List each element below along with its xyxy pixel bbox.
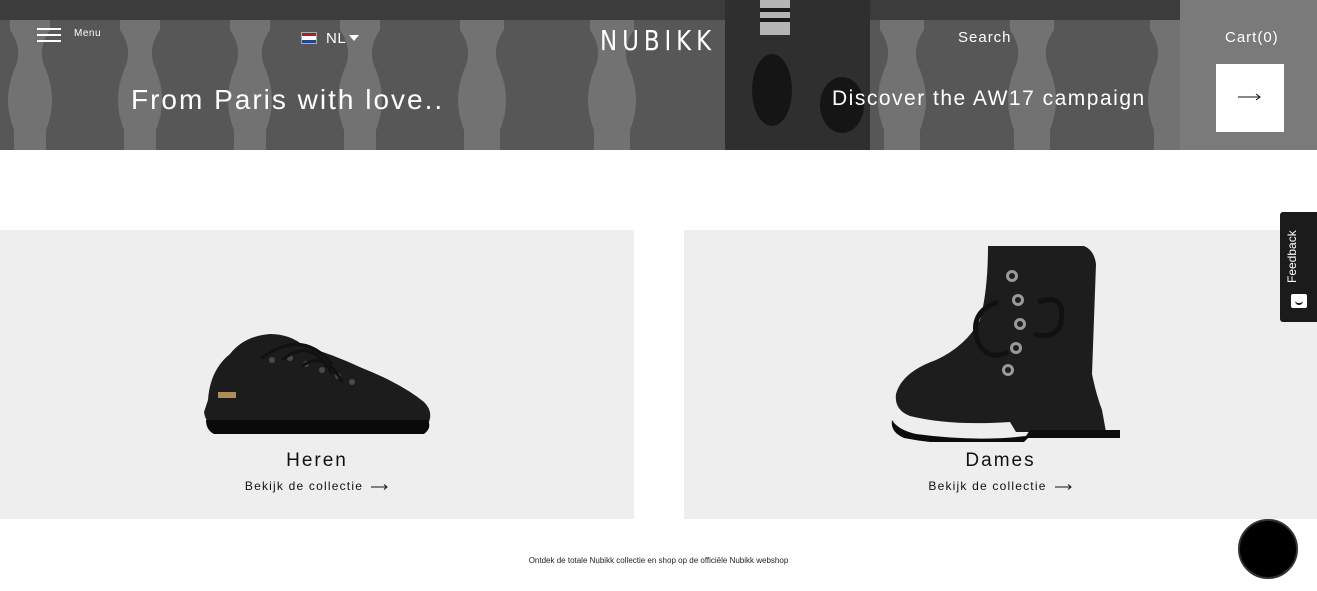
smiley-feedback-icon xyxy=(1291,294,1307,308)
feedback-tab[interactable]: Feedback xyxy=(1280,212,1317,322)
arrow-right-icon xyxy=(1238,93,1261,101)
menu-label: Menu xyxy=(74,28,102,39)
search-link[interactable]: Search xyxy=(958,29,1012,46)
language-selector[interactable]: NL xyxy=(301,29,360,47)
chat-launcher-button[interactable] xyxy=(1238,519,1298,579)
footer-note: Ontdek de totale Nubikk collectie en sho… xyxy=(528,556,789,565)
hero-banner: Menu NL NUBIKK Search Cart(0) From Paris… xyxy=(0,0,1317,150)
hero-tagline: From Paris with love.. xyxy=(131,84,445,115)
category-card-dames[interactable]: Dames Bekijk de collectie xyxy=(684,230,1317,519)
language-code: NL xyxy=(326,29,347,47)
category-cta[interactable]: Bekijk de collectie xyxy=(684,479,1317,493)
category-title: Heren xyxy=(286,450,348,471)
netherlands-flag-icon xyxy=(301,32,317,44)
cart-count: (0) xyxy=(1257,29,1279,46)
men-sneaker-image xyxy=(204,334,431,434)
cart-label: Cart xyxy=(1225,29,1258,46)
arrow-right-icon xyxy=(1054,483,1072,490)
feedback-label: Feedback xyxy=(1285,230,1299,284)
women-boot-image xyxy=(891,246,1120,442)
caret-down-icon xyxy=(349,35,360,41)
category-cta-label: Bekijk de collectie xyxy=(928,479,1047,493)
hero-overlay xyxy=(0,0,1317,150)
category-title: Dames xyxy=(965,450,1036,471)
menu-button[interactable]: Menu xyxy=(37,28,117,46)
arrow-right-icon xyxy=(371,483,388,490)
cart-link[interactable]: Cart(0) xyxy=(1225,29,1279,46)
category-cta-label: Bekijk de collectie xyxy=(244,479,364,493)
category-cta[interactable]: Bekijk de collectie xyxy=(0,479,634,493)
brand-logo[interactable]: NUBIKK xyxy=(600,24,711,57)
category-card-heren[interactable]: Heren Bekijk de collectie xyxy=(0,230,634,519)
campaign-link[interactable]: Discover the AW17 campaign xyxy=(832,87,1146,111)
hamburger-icon xyxy=(37,28,61,42)
campaign-arrow-button[interactable] xyxy=(1216,64,1284,132)
